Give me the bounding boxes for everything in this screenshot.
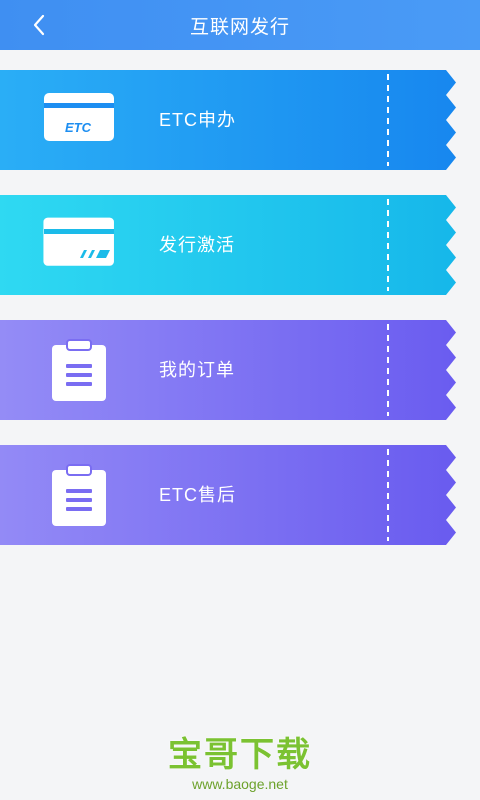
svg-text:ETC: ETC [65,120,92,135]
card-label: ETC售后 [159,485,236,505]
etc-card-icon: ETC [44,93,114,141]
back-button[interactable] [26,12,52,38]
watermark-url: www.baoge.net [192,776,288,792]
clipboard-icon [52,339,106,401]
chevron-left-icon [33,14,45,36]
clipboard-icon [52,464,106,526]
screen: 互联网发行 ETC ETC申办 发行激活 我的订单 ETC售后 宝哥下载 www… [0,0,480,800]
etc-apply-card[interactable]: ETC ETC申办 [0,70,456,170]
my-orders-card[interactable]: 我的订单 [0,320,456,420]
etc-after-sales-card[interactable]: ETC售后 [0,445,456,545]
watermark-text: 宝哥下载 [168,736,312,774]
page-title: 互联网发行 [189,16,290,38]
card-label: 我的订单 [159,360,235,380]
watermark: 宝哥下载 www.baoge.net [165,735,315,793]
header-bar: 互联网发行 [0,0,480,50]
card-label: ETC申办 [159,110,236,130]
card-activate-icon [43,217,114,266]
card-label: 发行激活 [159,235,235,255]
activate-card[interactable]: 发行激活 [0,195,456,295]
